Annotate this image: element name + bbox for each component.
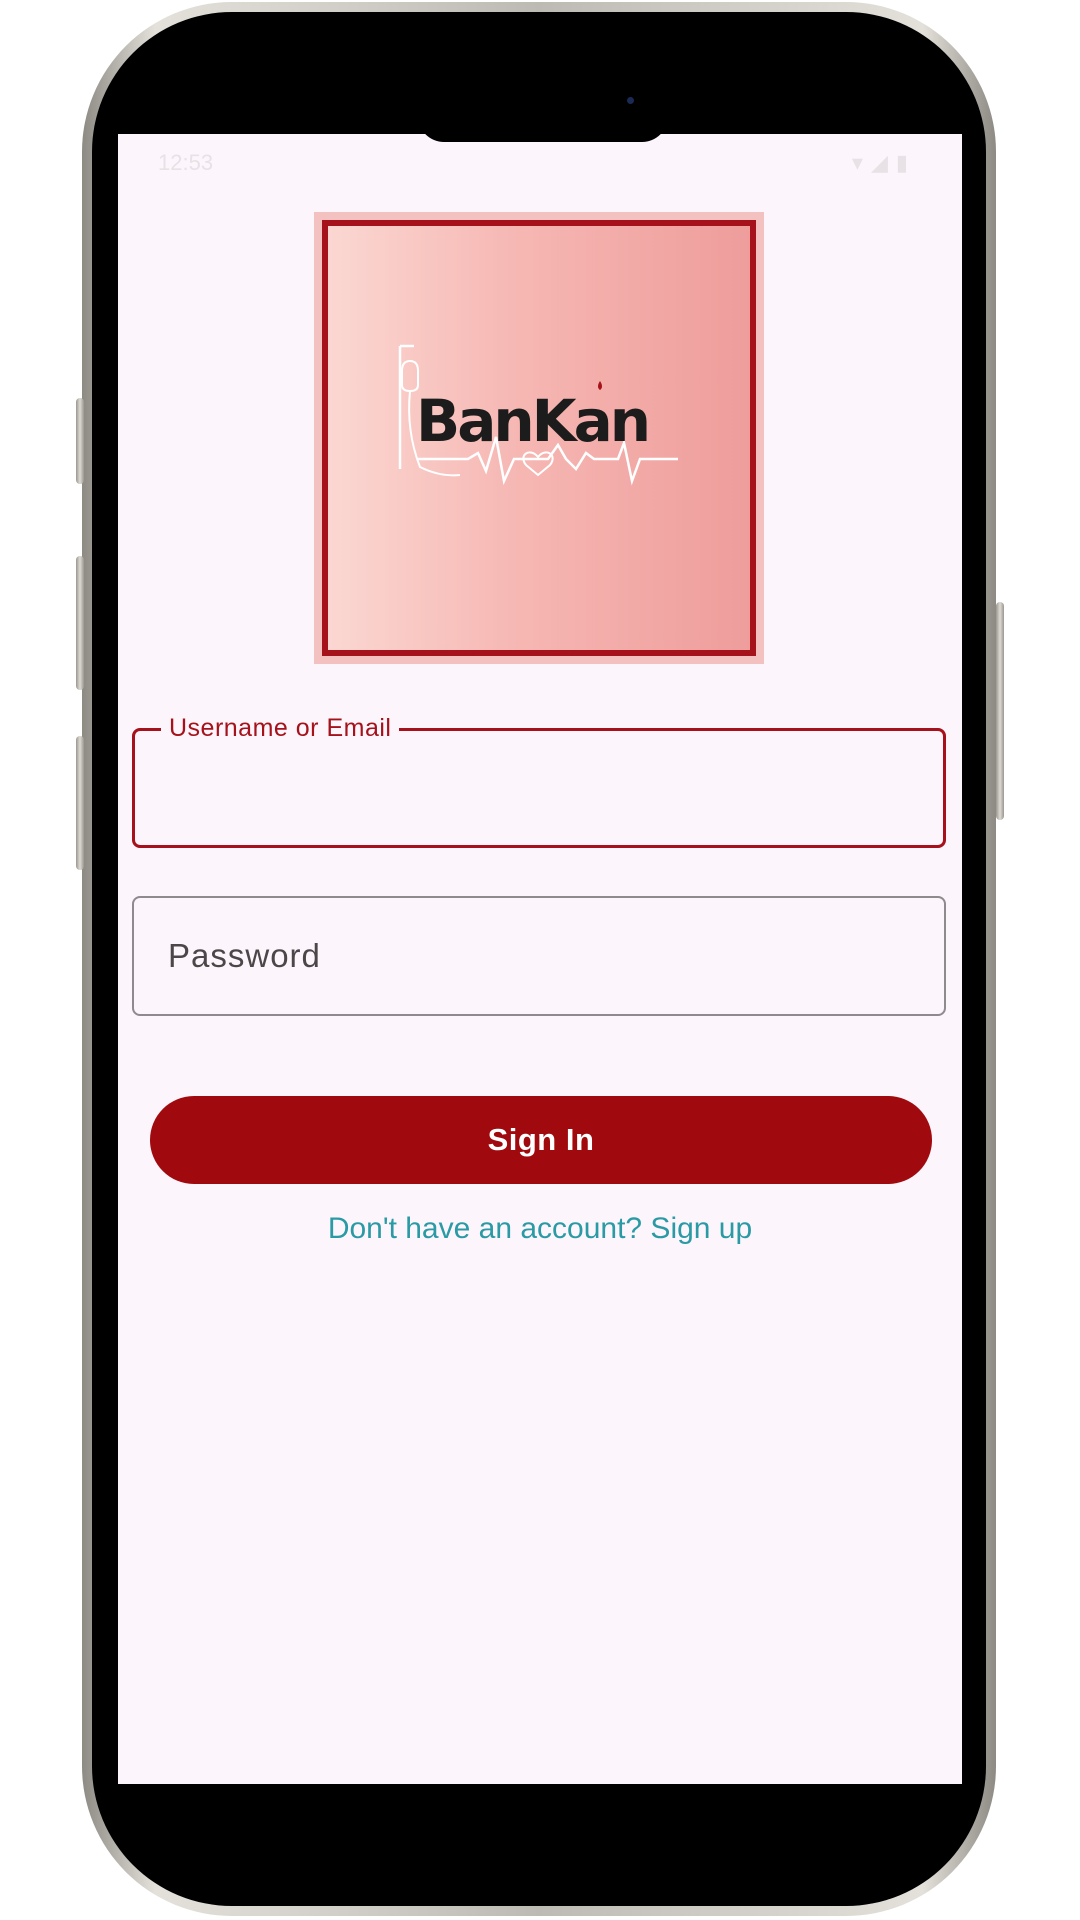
password-field[interactable] [132,896,946,1016]
sign-up-link[interactable]: Don't have an account? Sign up [118,1212,962,1246]
logo-text-ban: Ban [416,387,532,455]
mute-switch [76,398,84,484]
username-input[interactable] [135,731,943,845]
username-field[interactable]: Username or Email [132,711,946,848]
sign-in-button[interactable]: Sign In [150,1096,932,1184]
app-logo: BanKan [314,212,764,664]
logo-text: BanKan [416,387,648,455]
logo-text-kan: Kan [532,387,648,455]
status-icons: ▾◢▮ [851,150,916,175]
bankan-logo-graphic: BanKan [398,344,678,486]
volume-down-button [76,736,84,870]
logo-frame: BanKan [322,220,756,656]
app-screen: 12:53 ▾◢▮ BanKan Username or Email Sign … [118,134,962,1784]
dynamic-island [418,110,668,142]
status-bar: 12:53 ▾◢▮ [118,134,962,190]
power-button [996,602,1004,820]
password-input[interactable] [134,898,944,1014]
status-time: 12:53 [158,150,214,175]
front-camera-icon [627,97,634,104]
heart-icon [522,451,554,477]
volume-up-button [76,556,84,690]
